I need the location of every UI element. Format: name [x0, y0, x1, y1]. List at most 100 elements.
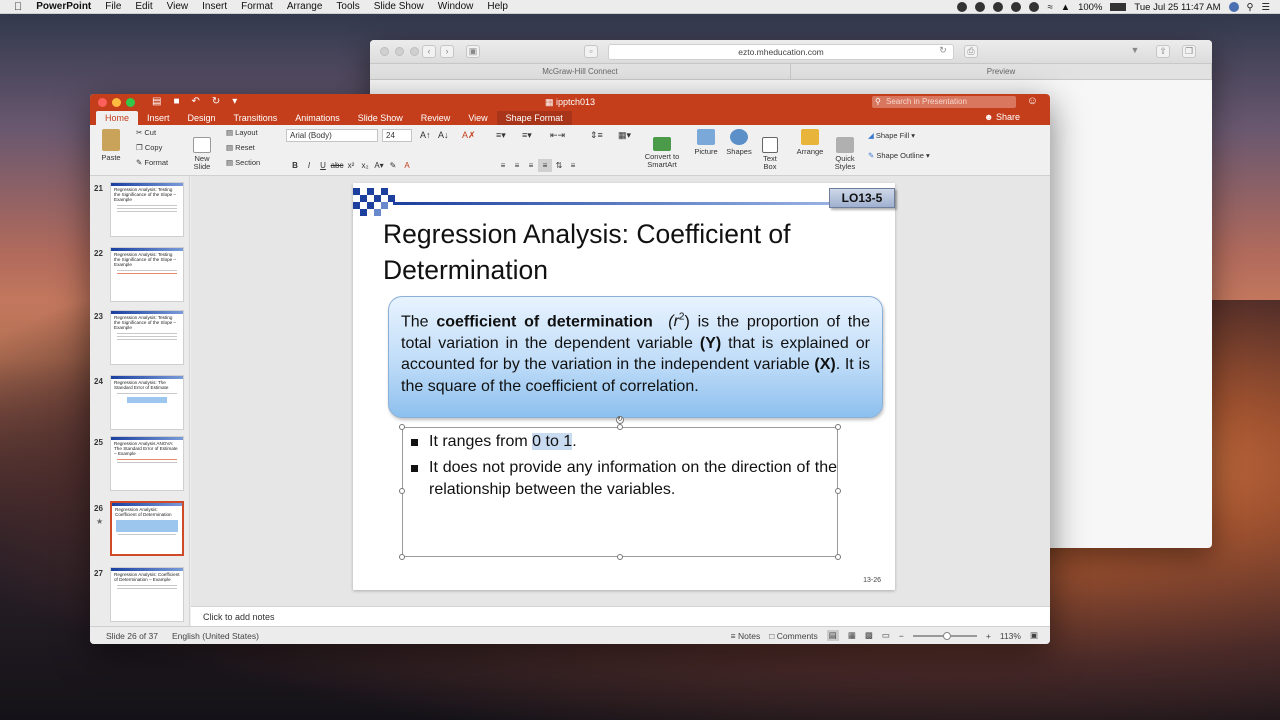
close-button[interactable] — [380, 47, 389, 56]
user-icon[interactable] — [1228, 2, 1239, 12]
slide-thumbnail-27[interactable]: Regression Analysis: Coefficient of Dete… — [110, 567, 184, 622]
shape-outline-button[interactable]: ✎ Shape Outline ▾ — [868, 151, 930, 160]
line-spacing-icon[interactable]: ⇕≡ — [590, 130, 603, 141]
forward-icon[interactable]: › — [440, 45, 454, 58]
tab-slide-show[interactable]: Slide Show — [349, 111, 412, 125]
slide-thumbnail-21[interactable]: Regression Analysis: Testing the Signifi… — [110, 182, 184, 237]
resize-handle[interactable] — [399, 488, 405, 494]
bold-icon[interactable]: B — [288, 159, 302, 172]
menu-window[interactable]: Window — [438, 1, 474, 12]
clock[interactable]: Tue Jul 25 11:47 AM — [1134, 2, 1220, 13]
resize-handle[interactable] — [617, 424, 623, 430]
screen-icon[interactable] — [993, 2, 1004, 12]
download-icon[interactable]: ▼ — [1128, 45, 1142, 58]
learning-objective-badge[interactable]: LO13-5 — [829, 188, 895, 208]
search-in-presentation[interactable]: ⚲ Search in Presentation — [872, 96, 1016, 108]
align-text-icon[interactable]: ≡ — [566, 159, 580, 172]
tab-preview[interactable]: Preview — [791, 64, 1212, 79]
superscript-icon[interactable]: x² — [344, 159, 358, 172]
shape-fill-button[interactable]: ◢ Shape Fill ▾ — [868, 131, 915, 140]
notes-pane[interactable]: Click to add notes — [191, 606, 1050, 626]
resize-handle[interactable] — [835, 424, 841, 430]
paste-button[interactable]: Paste — [98, 129, 124, 162]
zoom-slider[interactable] — [912, 631, 977, 640]
slide-thumbnail-22[interactable]: Regression Analysis: Testing the Signifi… — [110, 247, 184, 302]
text-box-button[interactable]: Text Box — [758, 129, 782, 179]
font-style-icon[interactable]: A▾ — [372, 159, 386, 172]
feedback-icon[interactable]: ☺ — [1027, 95, 1038, 107]
resize-handle[interactable] — [399, 554, 405, 560]
layout-button[interactable]: ▤ Layout — [226, 128, 258, 137]
new-slide-button[interactable]: New Slide — [188, 129, 216, 179]
copy-button[interactable]: ❐ Copy — [136, 143, 162, 152]
increase-font-icon[interactable]: A↑ — [420, 130, 431, 140]
volume-icon[interactable]: ▲ — [1061, 2, 1070, 13]
tab-review[interactable]: Review — [412, 111, 460, 125]
share-sheet-icon[interactable]: ▫ — [584, 45, 598, 58]
slide-title[interactable]: Regression Analysis: Coefficient of Dete… — [383, 216, 873, 288]
font-family-select[interactable]: Arial (Body) — [286, 129, 378, 142]
wifi-icon[interactable]: ≈ — [1047, 2, 1052, 13]
share-button[interactable]: ☻ Share — [984, 112, 1020, 122]
slide-thumbnails-pane[interactable]: 21 Regression Analysis: Testing the Sign… — [90, 176, 190, 626]
section-button[interactable]: ▤ Section — [226, 158, 260, 167]
bullets-icon[interactable]: ≡▾ — [496, 130, 506, 141]
definition-box[interactable]: The coefficient of determination (r2) is… — [388, 296, 883, 418]
share-icon[interactable]: ⇧ — [1156, 45, 1170, 58]
menu-format[interactable]: Format — [241, 1, 273, 12]
shapes-button[interactable]: Shapes — [724, 129, 754, 156]
tab-insert[interactable]: Insert — [138, 111, 179, 125]
align-center-icon[interactable]: ≡ — [510, 159, 524, 172]
slide-sorter-icon[interactable]: ▦ — [848, 630, 856, 641]
zoom-in-icon[interactable]: + — [986, 631, 991, 641]
decrease-font-icon[interactable]: A↓ — [438, 130, 449, 140]
underline-icon[interactable]: U — [316, 159, 330, 172]
zoom-button[interactable] — [410, 47, 419, 56]
convert-smartart-button[interactable]: Convert to SmartArt — [642, 129, 682, 177]
back-icon[interactable]: ‹ — [422, 45, 436, 58]
slideshow-view-icon[interactable]: ▭ — [882, 630, 890, 641]
menu-view[interactable]: View — [167, 1, 189, 12]
italic-icon[interactable]: I — [302, 159, 316, 172]
slide-thumbnail-23[interactable]: Regression Analysis: Testing the Signifi… — [110, 310, 184, 365]
tabs-overview-icon[interactable]: ❐ — [1182, 45, 1196, 58]
minimize-button[interactable] — [395, 47, 404, 56]
selected-text[interactable]: 0 to 1 — [532, 433, 573, 450]
reading-view-icon[interactable]: ▩ — [865, 630, 873, 641]
slide-thumbnail-26[interactable]: Regression Analysis: Coefficient of Dete… — [110, 501, 184, 556]
tab-view[interactable]: View — [459, 111, 496, 125]
arrange-button[interactable]: Arrange — [794, 129, 826, 156]
menu-help[interactable]: Help — [487, 1, 508, 12]
tab-mcgraw-hill[interactable]: McGraw-Hill Connect — [370, 64, 791, 79]
reset-button[interactable]: ▤ Reset — [226, 143, 255, 152]
notification-center-icon[interactable]: ☰ — [1261, 2, 1270, 13]
menu-file[interactable]: File — [105, 1, 121, 12]
rotate-handle-icon[interactable]: ↻ — [616, 416, 624, 424]
reload-icon[interactable]: ↻ — [936, 45, 950, 58]
tab-design[interactable]: Design — [179, 111, 225, 125]
menu-tools[interactable]: Tools — [336, 1, 359, 12]
bullet-1[interactable]: It ranges from 0 to 1. — [411, 431, 837, 453]
tab-animations[interactable]: Animations — [286, 111, 349, 125]
zoom-slider-thumb[interactable] — [942, 631, 951, 640]
subscript-icon[interactable]: x₂ — [358, 159, 372, 172]
comments-toggle[interactable]: □ Comments — [769, 631, 818, 641]
fit-to-window-icon[interactable]: ▣ — [1030, 630, 1038, 641]
menu-edit[interactable]: Edit — [135, 1, 152, 12]
indent-icon[interactable]: ⇤⇥ — [550, 130, 565, 141]
bullet-2[interactable]: It does not provide any information on t… — [411, 457, 837, 501]
resize-handle[interactable] — [617, 554, 623, 560]
slide-26[interactable]: LO13-5 Regression Analysis: Coefficient … — [353, 183, 895, 590]
cut-button[interactable]: ✂ Cut — [136, 128, 156, 137]
spotlight-icon[interactable]: ⚲ — [1247, 2, 1254, 13]
bullet-text-box[interactable]: It ranges from 0 to 1. It does not provi… — [399, 424, 841, 560]
tab-transitions[interactable]: Transitions — [225, 111, 287, 125]
highlight-icon[interactable]: ✎ — [386, 159, 400, 172]
tab-home[interactable]: Home — [96, 111, 139, 125]
resize-handle[interactable] — [399, 424, 405, 430]
menu-slide-show[interactable]: Slide Show — [374, 1, 424, 12]
clear-formatting-icon[interactable]: A✗ — [462, 130, 476, 141]
menu-arrange[interactable]: Arrange — [287, 1, 323, 12]
align-right-icon[interactable]: ≡ — [524, 159, 538, 172]
address-bar[interactable]: ezto.mheducation.com — [608, 44, 954, 60]
